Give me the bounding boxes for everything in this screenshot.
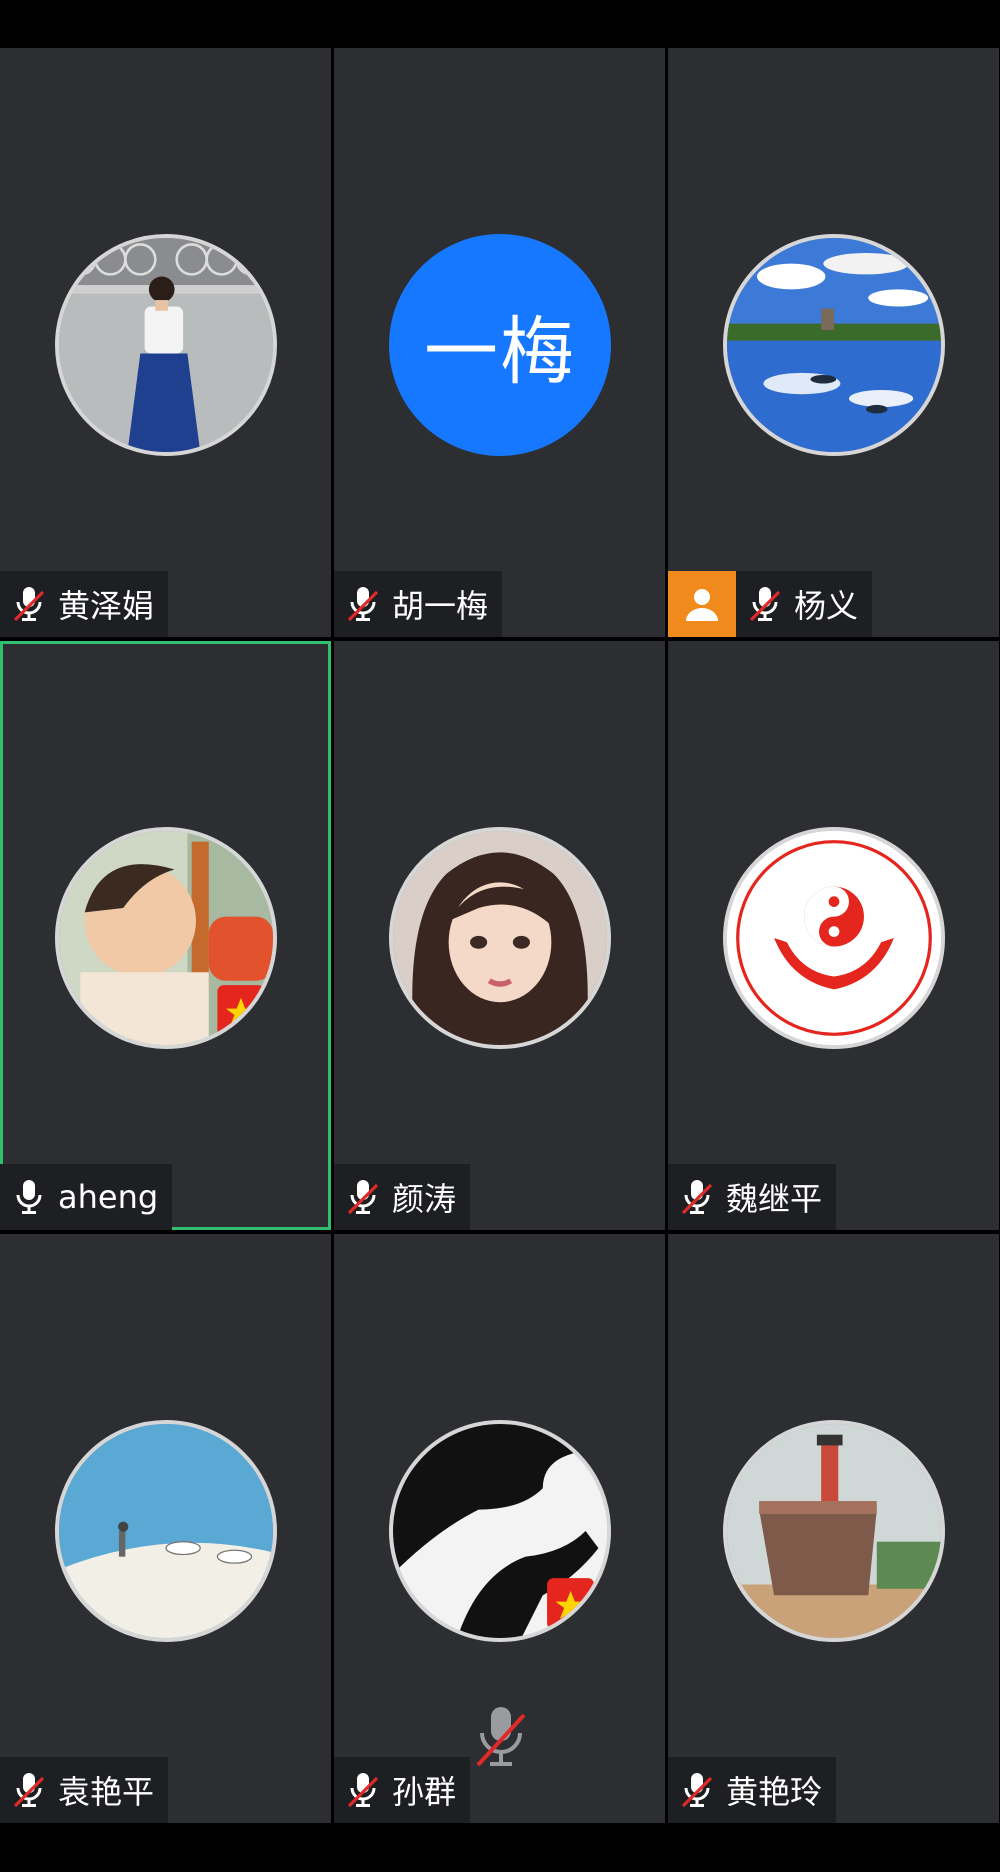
avatar-initials: 一梅	[424, 308, 576, 395]
participant-name: 魏继平	[726, 1180, 823, 1218]
participant-name: 杨义	[794, 587, 859, 625]
mic-muted-icon	[681, 1180, 713, 1215]
silhouette-flag-icon	[393, 1424, 607, 1638]
mic-muted-icon	[347, 1773, 379, 1808]
status-bar	[0, 0, 1000, 48]
participant-name: 颜涛	[392, 1180, 457, 1218]
participant-tile[interactable]: 袁艳平	[0, 1234, 331, 1823]
photo-child-icon	[59, 831, 273, 1045]
participant-tile[interactable]: 黄艳玲	[668, 1234, 999, 1823]
participant-name: 袁艳平	[58, 1773, 155, 1811]
host-badge	[668, 571, 736, 637]
participant-name: 黄艳玲	[726, 1773, 823, 1811]
participant-name: aheng	[58, 1178, 159, 1216]
participant-name-label: 黄泽娟	[0, 571, 169, 637]
mic-muted-icon	[13, 1773, 45, 1808]
participant-name: 孙群	[392, 1773, 457, 1811]
navigation-bar	[0, 1824, 1000, 1872]
mic-muted-icon	[347, 1180, 379, 1215]
participant-name-label: 杨义	[736, 571, 873, 637]
photo-lake-reflection-icon	[727, 238, 941, 452]
avatar	[723, 234, 945, 456]
avatar	[723, 827, 945, 1049]
participant-tile-active-speaker[interactable]: aheng	[0, 641, 331, 1230]
mic-icon	[16, 1180, 42, 1214]
painting-snow-birds-icon	[59, 1424, 273, 1638]
participant-tile[interactable]: 一梅 胡一梅	[334, 48, 665, 637]
participant-name-label: aheng	[0, 1164, 173, 1230]
university-logo-icon	[727, 831, 941, 1045]
participant-name-label: 孙群	[334, 1757, 471, 1823]
mic-muted-icon	[13, 587, 45, 622]
participant-name: 胡一梅	[392, 587, 489, 625]
avatar	[55, 234, 277, 456]
mic-muted-icon	[681, 1773, 713, 1808]
participant-tile[interactable]: 杨义	[668, 48, 999, 637]
participant-tile[interactable]: 黄泽娟	[0, 48, 331, 637]
cartoon-girl-icon	[393, 831, 607, 1045]
participant-name-label: 颜涛	[334, 1164, 471, 1230]
participant-name-label: 袁艳平	[0, 1757, 169, 1823]
participant-tile[interactable]: 颜涛	[334, 641, 665, 1230]
participant-name-label: 黄艳玲	[668, 1757, 837, 1823]
avatar: 一梅	[389, 234, 611, 456]
participant-tile[interactable]: 魏继平	[668, 641, 999, 1230]
video-grid: 黄泽娟 一梅 胡一梅 杨义 aheng 颜涛 魏继平 袁艳平 孙群 黄艳玲	[0, 48, 1000, 1824]
mic-muted-icon	[749, 587, 781, 622]
participant-tile[interactable]: 孙群	[334, 1234, 665, 1823]
avatar	[55, 1420, 277, 1642]
mic-muted-icon	[347, 587, 379, 622]
photo-ship-lighthouse-icon	[727, 1424, 941, 1638]
participant-name-label: 胡一梅	[334, 571, 503, 637]
avatar	[389, 827, 611, 1049]
avatar	[55, 827, 277, 1049]
photo-woman-blue-skirt-icon	[59, 238, 273, 452]
participant-name: 黄泽娟	[58, 587, 155, 625]
avatar	[389, 1420, 611, 1642]
avatar	[723, 1420, 945, 1642]
mic-muted-icon	[476, 1707, 526, 1767]
participant-name-label: 魏继平	[668, 1164, 837, 1230]
person-icon	[686, 589, 718, 621]
